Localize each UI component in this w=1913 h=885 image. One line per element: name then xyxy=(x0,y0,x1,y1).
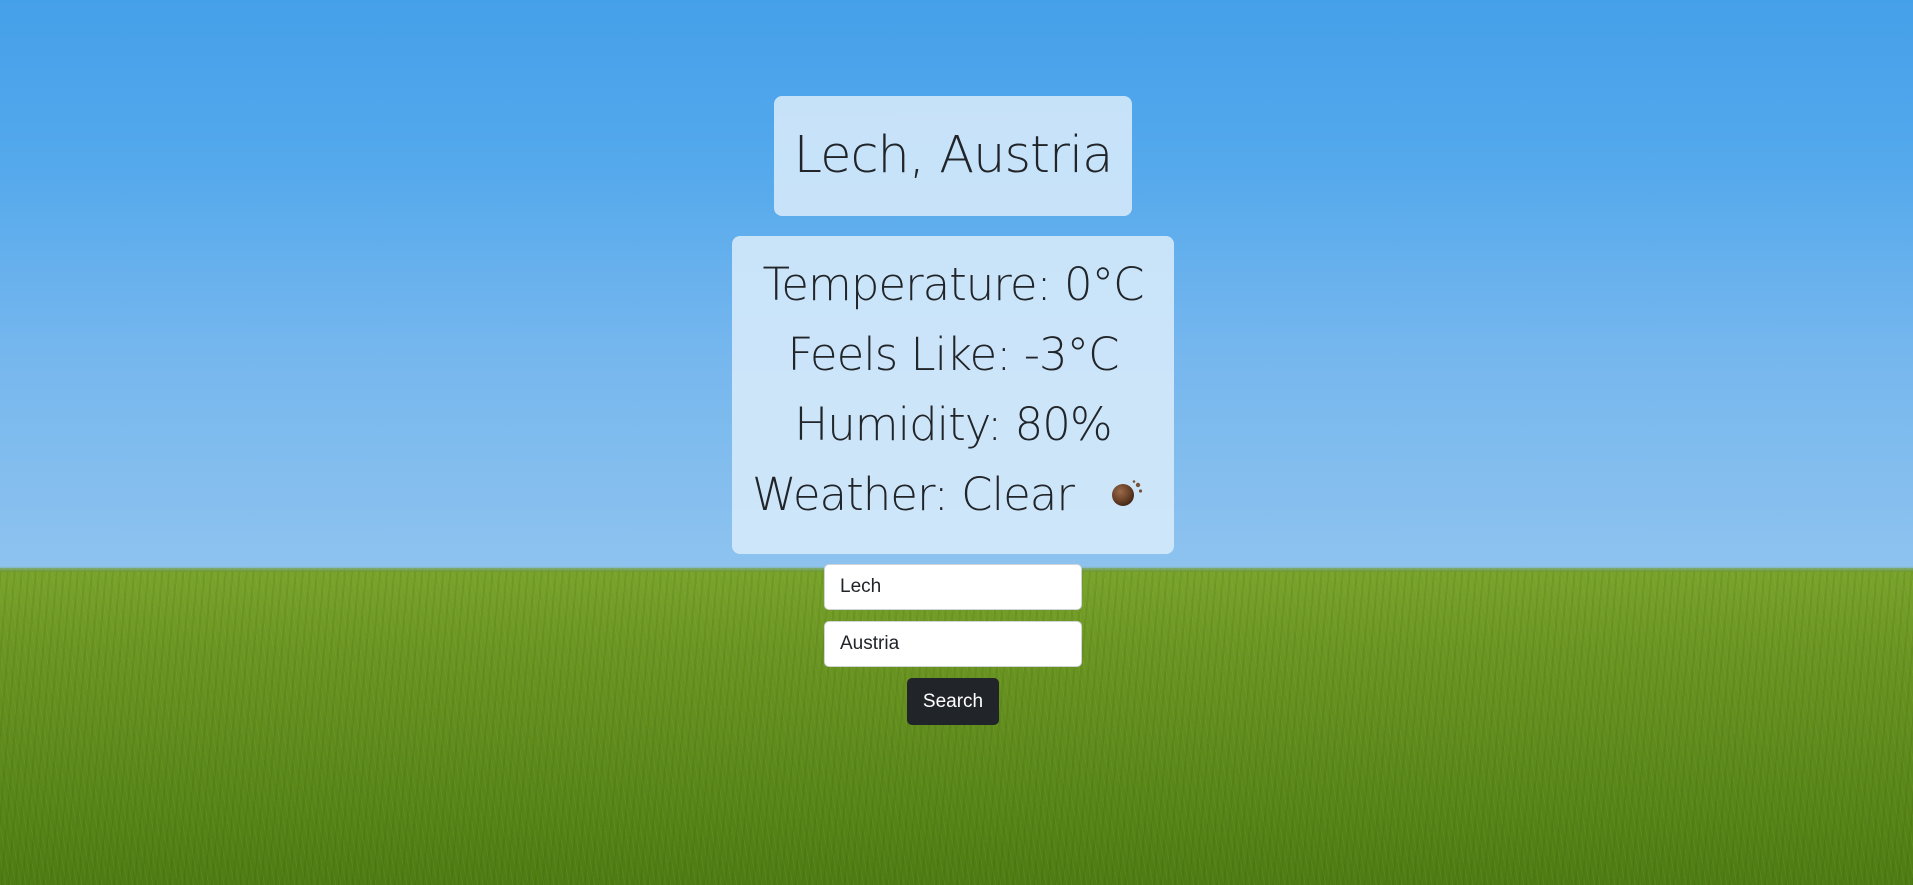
grass-background xyxy=(0,568,1913,885)
location-title-card: Lech, Austria xyxy=(774,96,1132,216)
location-title: Lech, Austria xyxy=(793,126,1114,185)
clear-weather-icon xyxy=(1112,480,1143,506)
temperature-text: Temperature: 0°C xyxy=(762,258,1144,311)
feels-like-text: Feels Like: -3°C xyxy=(787,328,1119,381)
weather-condition-text: Weather: Clear xyxy=(752,468,1075,521)
city-input[interactable] xyxy=(824,564,1082,610)
country-input[interactable] xyxy=(824,621,1082,667)
humidity-text: Humidity: 80% xyxy=(794,398,1112,451)
weather-info-card: Temperature: 0°C Feels Like: -3°C Humidi… xyxy=(732,236,1174,554)
weather-condition-row: Weather: Clear xyxy=(732,460,1174,530)
search-button[interactable]: Search xyxy=(907,678,999,725)
